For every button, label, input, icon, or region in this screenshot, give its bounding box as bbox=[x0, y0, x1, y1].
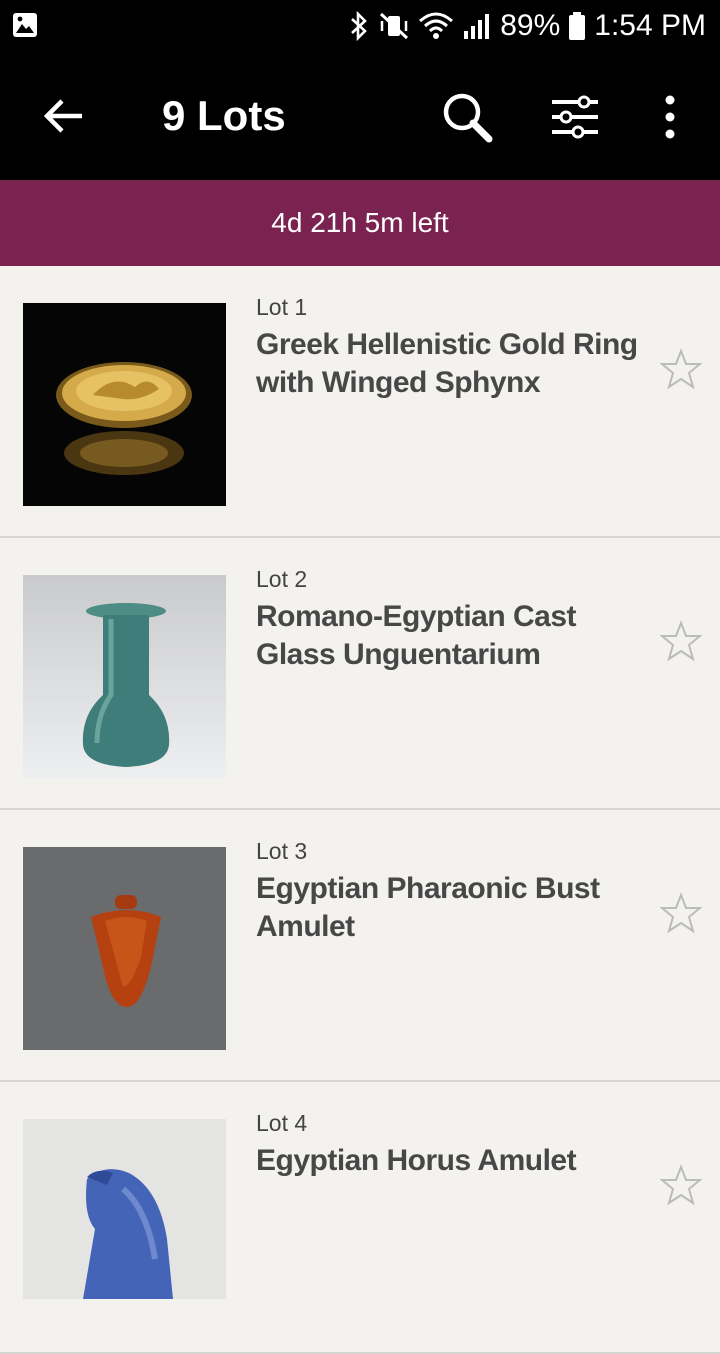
lot-number: Lot 1 bbox=[256, 294, 308, 320]
bluetooth-icon bbox=[351, 11, 368, 41]
lot-image bbox=[23, 847, 226, 1050]
status-bar: 89% 1:54 PM bbox=[0, 0, 720, 52]
favorite-star-icon[interactable] bbox=[660, 1164, 702, 1206]
lot-number: Lot 4 bbox=[256, 1110, 308, 1136]
vibrate-mute-icon bbox=[380, 12, 409, 40]
favorite-star-icon[interactable] bbox=[660, 620, 702, 662]
lot-title: Egyptian Horus Amulet bbox=[256, 1144, 577, 1177]
gold-ring-image bbox=[56, 362, 192, 475]
lot-number: Lot 2 bbox=[256, 566, 308, 592]
signal-icon bbox=[464, 14, 490, 39]
lot-title: Egyptian Pharaonic Bust Amulet bbox=[256, 872, 600, 943]
carnelian-amulet-image bbox=[91, 895, 161, 1007]
lot-title: Romano-Egyptian Cast Glass Unguentarium bbox=[256, 600, 577, 671]
search-icon[interactable] bbox=[440, 90, 494, 144]
lot-number: Lot 3 bbox=[256, 838, 308, 864]
clock: 1:54 PM bbox=[594, 9, 706, 42]
more-options-icon[interactable] bbox=[654, 94, 686, 140]
list-item[interactable]: Lot 3 Egyptian Pharaonic Bust Amulet bbox=[0, 810, 720, 1082]
list-item[interactable]: Lot 4 Egyptian Horus Amulet bbox=[0, 1082, 720, 1354]
battery-icon bbox=[569, 12, 586, 40]
time-left-banner: 4d 21h 5m left bbox=[0, 180, 720, 266]
back-arrow-icon[interactable] bbox=[40, 92, 88, 140]
page-title: 9 Lots bbox=[162, 92, 286, 139]
filter-sliders-icon[interactable] bbox=[550, 94, 600, 140]
gallery-notification-icon bbox=[13, 13, 37, 37]
lot-image bbox=[23, 303, 226, 506]
favorite-star-icon[interactable] bbox=[660, 348, 702, 390]
lot-image bbox=[23, 575, 226, 778]
wifi-icon bbox=[419, 12, 454, 39]
horus-amulet-image bbox=[83, 1169, 173, 1299]
app-bar: 9 Lots bbox=[0, 52, 720, 180]
lot-image bbox=[23, 1119, 226, 1299]
lot-list: Lot 1 Greek Hellenistic Gold Ring with W… bbox=[0, 266, 720, 1354]
favorite-star-icon[interactable] bbox=[660, 892, 702, 934]
glass-vessel-image bbox=[82, 603, 170, 767]
battery-percent: 89% bbox=[500, 9, 561, 42]
list-item[interactable]: Lot 1 Greek Hellenistic Gold Ring with W… bbox=[0, 266, 720, 538]
list-item[interactable]: Lot 2 Romano-Egyptian Cast Glass Unguent… bbox=[0, 538, 720, 810]
lot-title: Greek Hellenistic Gold Ring with Winged … bbox=[256, 328, 638, 399]
